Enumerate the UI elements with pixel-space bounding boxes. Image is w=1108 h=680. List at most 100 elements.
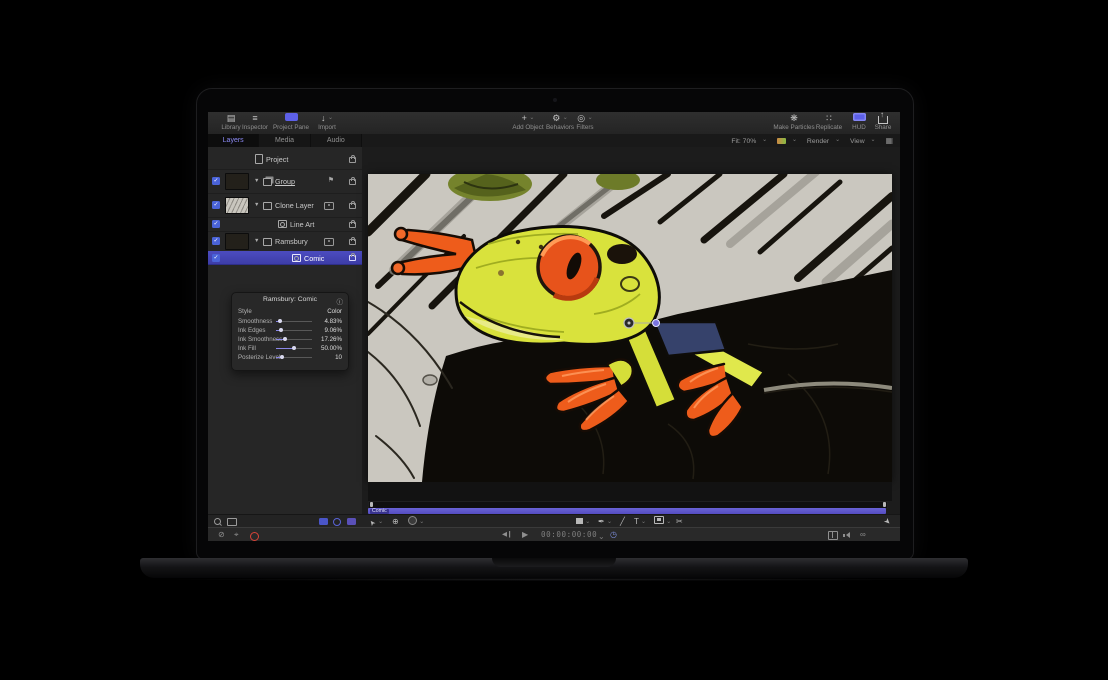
project-duration-icon[interactable]: ◷ <box>610 530 617 540</box>
layer-row-project[interactable]: Project <box>208 149 362 170</box>
snap-target-button[interactable]: ⌖ <box>234 530 239 540</box>
ink-edges-slider[interactable] <box>276 330 312 331</box>
layer-row-line-art[interactable]: ✓ Line Art <box>208 217 362 232</box>
ink-fill-slider[interactable] <box>276 348 312 349</box>
library-button[interactable]: ▤ Library <box>220 113 242 131</box>
desktop-background: ▤ Library ≡ Inspector Project Pane ↓ ⌄ I… <box>0 0 1108 680</box>
share-icon <box>878 116 888 124</box>
disclosure-triangle-icon[interactable]: ▼ <box>254 202 259 208</box>
disclosure-triangle-icon[interactable]: ▼ <box>254 178 259 184</box>
layer-row-ramsbury[interactable]: ✓ ▼ Ramsbury <box>208 231 362 252</box>
chevron-down-icon: ⌄ <box>835 137 840 143</box>
layers-panel-footer <box>208 514 363 528</box>
loop-playback-button[interactable]: ∞ <box>860 530 866 540</box>
record-button[interactable] <box>250 532 259 541</box>
render-menu[interactable]: Render ⌄ <box>807 138 844 145</box>
transport-bar: ⊘ ⌖ ◀❙ ▶ 00:00:00:00 ⌄ ◷ ∞ <box>208 527 900 541</box>
activation-checkbox[interactable]: ✓ <box>212 177 220 185</box>
import-button[interactable]: ↓ ⌄ Import <box>312 113 342 131</box>
search-icon[interactable] <box>214 518 221 525</box>
playhead-marker[interactable] <box>370 502 373 507</box>
inspector-button[interactable]: ≡ Inspector <box>241 113 269 131</box>
behaviors-gear-icon: ⚙ <box>552 113 560 123</box>
filters-icon: ◎ <box>577 113 585 123</box>
hud-row-smoothness: Smoothness 4.83% <box>232 317 348 326</box>
color-channel-icon <box>777 138 786 144</box>
project-document-icon <box>255 154 263 164</box>
layer-row-group[interactable]: ✓ ▼ Group ⚑ <box>208 169 362 194</box>
hud-panel[interactable]: Ramsbury: Comic ⓘ Style Color Smoothness… <box>231 292 349 371</box>
replicate-button[interactable]: ∷ Replicate <box>813 113 845 131</box>
replicate-icon: ∷ <box>813 113 845 124</box>
disclosure-triangle-icon[interactable]: ▼ <box>254 238 259 244</box>
tab-layers[interactable]: Layers <box>208 134 259 147</box>
timecode-menu-chevron-icon[interactable]: ⌄ <box>598 532 605 541</box>
posterize-levels-slider[interactable] <box>276 357 312 358</box>
play-button[interactable]: ▶ <box>522 530 528 540</box>
add-object-button[interactable]: + ⌄ Add Object <box>510 113 546 131</box>
layer-thumbnail <box>225 233 249 250</box>
channels-control[interactable]: ⌄ <box>777 138 801 145</box>
hud-button[interactable]: HUD <box>849 113 869 131</box>
play-range-end-marker[interactable] <box>883 502 886 507</box>
layer-row-comic-selected[interactable]: ✓ Comic <box>208 251 362 265</box>
filters-button[interactable]: ◎ ⌄ Filters <box>572 113 598 131</box>
layout-grid-icon[interactable]: ▦ <box>885 136 893 145</box>
filmstrip-icon[interactable] <box>227 518 237 526</box>
layer-row-clone-layer[interactable]: ✓ ▼ Clone Layer <box>208 193 362 218</box>
line-tool[interactable]: ╱ <box>620 516 625 527</box>
tab-audio[interactable]: Audio <box>311 134 362 147</box>
inspector-icon: ≡ <box>241 113 269 124</box>
canvas-frog-artwork[interactable] <box>368 174 892 482</box>
laptop-screen: ▤ Library ≡ Inspector Project Pane ↓ ⌄ I… <box>196 88 914 560</box>
smoothness-slider[interactable] <box>276 321 312 322</box>
transform-tool[interactable]: ⊕ <box>392 516 399 527</box>
zoom-level-control[interactable]: Fit: 70% ⌄ <box>731 138 771 145</box>
chevron-down-icon: ⌄ <box>871 137 876 143</box>
tab-media[interactable]: Media <box>259 134 310 147</box>
lock-icon[interactable] <box>349 203 356 209</box>
previous-frame-button[interactable]: ◀❙ <box>502 530 512 540</box>
style-popup[interactable]: Color <box>327 307 342 316</box>
chevron-down-icon: ⌄ <box>792 137 797 143</box>
lock-icon[interactable] <box>349 157 356 163</box>
activation-checkbox[interactable]: ✓ <box>212 237 220 245</box>
share-button[interactable]: Share <box>872 113 894 131</box>
mute-button[interactable]: ⊘ <box>218 530 225 540</box>
chevron-down-icon: ⌄ <box>607 519 612 525</box>
hud-title: Ramsbury: Comic <box>232 296 348 303</box>
show-timeline-toggle[interactable] <box>347 518 356 525</box>
canvas-viewer: Comic <box>362 147 900 514</box>
viewer-lower-gutter <box>368 482 892 501</box>
speaker-icon[interactable] <box>846 532 850 538</box>
view-menu[interactable]: View ⌄ <box>850 138 880 145</box>
motion-app-window: ▤ Library ≡ Inspector Project Pane ↓ ⌄ I… <box>208 112 900 541</box>
chevron-down-icon: ⌄ <box>328 115 333 121</box>
layer-thumbnail <box>225 197 249 214</box>
flag-icon[interactable]: ⚑ <box>328 177 334 184</box>
chevron-down-icon: ⌄ <box>563 115 568 121</box>
show-layers-toggle[interactable] <box>319 518 328 525</box>
lock-icon[interactable] <box>349 255 356 261</box>
activation-checkbox[interactable]: ✓ <box>212 220 220 228</box>
info-icon[interactable]: ⓘ <box>337 296 344 306</box>
expand-timeline-handle[interactable]: ➤ <box>881 515 894 528</box>
lock-icon[interactable] <box>349 222 356 228</box>
laptop-base <box>140 558 968 578</box>
hud-row-ink-edges: Ink Edges 9.06% <box>232 326 348 335</box>
blade-tool[interactable]: ✂ <box>676 516 683 527</box>
activation-checkbox[interactable]: ✓ <box>212 201 220 209</box>
project-pane-button[interactable]: Project Pane <box>270 113 312 131</box>
activation-checkbox[interactable]: ✓ <box>212 254 220 262</box>
lock-icon[interactable] <box>349 179 356 185</box>
lock-icon[interactable] <box>349 239 356 245</box>
media-badge-icon[interactable] <box>324 238 334 246</box>
make-particles-button[interactable]: ❋ Make Particles <box>770 113 818 131</box>
timecode-display[interactable]: 00:00:00:00 <box>541 530 597 539</box>
ink-smoothness-slider[interactable] <box>276 339 312 340</box>
media-badge-icon[interactable] <box>324 202 334 210</box>
import-icon: ↓ <box>321 113 326 123</box>
show-audio-toggle[interactable] <box>333 518 341 526</box>
camera-export-icon[interactable] <box>828 531 838 540</box>
make-particles-icon: ❋ <box>770 113 818 124</box>
